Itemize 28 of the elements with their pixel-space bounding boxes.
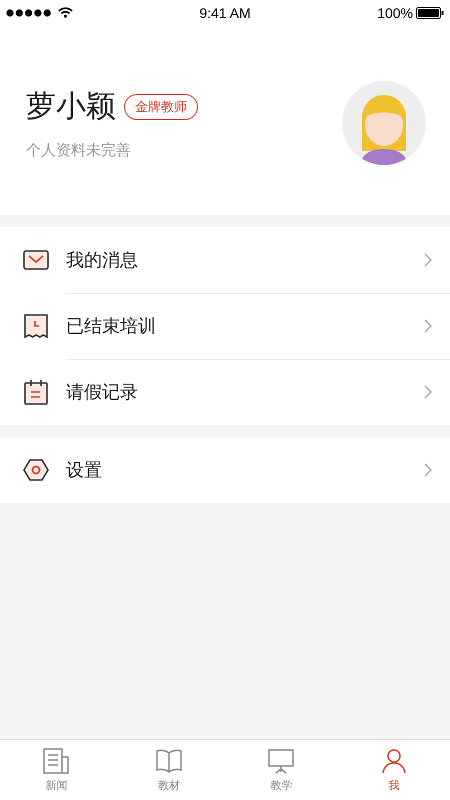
chevron-icon xyxy=(424,253,432,267)
signal-icon xyxy=(6,8,52,16)
wifi-icon xyxy=(58,7,73,18)
menu-item[interactable]: 已结束培训 xyxy=(0,293,450,359)
battery-icon xyxy=(416,6,444,18)
book-icon xyxy=(154,747,183,775)
mail-icon xyxy=(23,249,49,271)
receipt-icon xyxy=(23,313,49,339)
battery-percent: 100% xyxy=(377,4,413,20)
tab-item[interactable]: 教学 xyxy=(225,740,338,800)
document-icon xyxy=(42,747,70,775)
tab-item[interactable]: 新闻 xyxy=(0,740,112,800)
status-time: 9:41 AM xyxy=(199,4,251,20)
profile-status: 个人资料未完善 xyxy=(26,141,132,160)
user-name: 萝小颖 xyxy=(26,88,116,126)
menu-item[interactable]: 设置 xyxy=(0,437,450,503)
calendar-icon xyxy=(23,379,49,405)
chevron-icon xyxy=(424,463,432,477)
tab-item[interactable]: 教材 xyxy=(112,740,225,800)
menu-item[interactable]: 请假记录 xyxy=(0,359,450,425)
chevron-icon xyxy=(424,319,432,333)
tab-item[interactable]: 我 xyxy=(338,740,450,800)
person-icon xyxy=(380,747,408,775)
chevron-icon xyxy=(424,385,432,399)
settings-icon xyxy=(22,458,50,482)
teacher-badge: 金牌教师 xyxy=(124,94,198,120)
menu-item[interactable]: 我的消息 xyxy=(0,227,450,293)
presentation-icon xyxy=(267,747,296,775)
